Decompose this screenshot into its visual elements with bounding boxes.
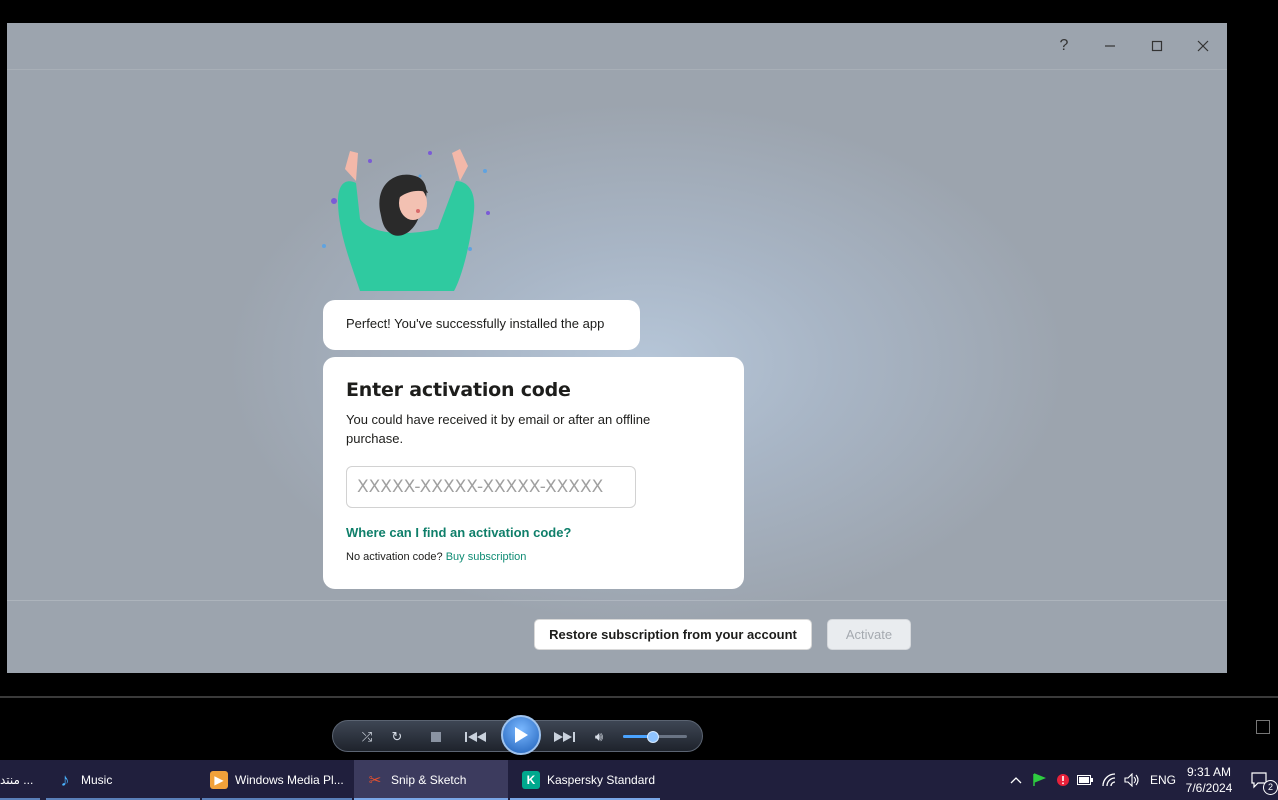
- maximize-icon: [1151, 40, 1163, 52]
- close-button[interactable]: [1188, 31, 1218, 61]
- play-icon: [515, 727, 528, 743]
- desktop-divider: [0, 696, 1278, 698]
- minimize-button[interactable]: [1095, 31, 1125, 61]
- taskbar-item-kaspersky[interactable]: K Kaspersky Standard: [510, 760, 660, 800]
- activation-title: Enter activation code: [346, 379, 571, 401]
- volume-slider[interactable]: [623, 731, 687, 743]
- no-activation-code-row: No activation code? Buy subscription: [346, 551, 526, 563]
- taskbar-item-label: منتد ...: [0, 773, 34, 787]
- notification-count: 2: [1263, 780, 1278, 795]
- celebration-illustration: [322, 149, 490, 291]
- taskbar-item-label: Music: [81, 773, 113, 787]
- wifi-icon[interactable]: [1102, 760, 1118, 800]
- clock-time: 9:31 AM: [1186, 765, 1232, 779]
- activation-description: You could have received it by email or a…: [346, 412, 651, 446]
- snip-sketch-icon: ✂: [368, 772, 382, 789]
- footer-divider: [7, 600, 1227, 601]
- speaker-icon[interactable]: [1124, 760, 1140, 800]
- success-message-text: Perfect! You've successfully installed t…: [346, 316, 605, 331]
- clock[interactable]: 9:31 AM 7/6/2024: [1180, 764, 1238, 796]
- help-icon[interactable]: ?: [1049, 31, 1079, 61]
- buy-subscription-link[interactable]: Buy subscription: [446, 551, 527, 563]
- activation-code-input[interactable]: [346, 466, 636, 508]
- media-player-controls: ⤮ ↻ 🔊︎: [332, 715, 703, 755]
- play-button[interactable]: [501, 715, 541, 755]
- music-note-icon: ♪: [60, 769, 70, 790]
- next-icon[interactable]: [547, 726, 581, 748]
- security-alert-icon[interactable]: [1056, 760, 1070, 800]
- taskbar-item-media-player[interactable]: ▶ Windows Media Pl...: [202, 760, 352, 800]
- language-indicator[interactable]: ENG: [1150, 760, 1176, 800]
- media-player-icon: ▶: [210, 771, 228, 789]
- volume-icon[interactable]: 🔊︎: [588, 726, 610, 748]
- taskbar: منتد ... ♪ Music ▶ Windows Media Pl... ✂…: [0, 760, 1278, 800]
- stop-icon[interactable]: [425, 726, 447, 748]
- taskbar-item-label: Windows Media Pl...: [235, 773, 344, 787]
- close-icon: [1197, 40, 1209, 52]
- no-activation-code-text: No activation code?: [346, 551, 443, 563]
- find-activation-code-link[interactable]: Where can I find an activation code?: [346, 525, 571, 540]
- taskbar-item-label: Snip & Sketch: [391, 773, 467, 787]
- shuffle-icon[interactable]: ⤮: [356, 726, 378, 748]
- restore-subscription-button[interactable]: Restore subscription from your account: [534, 619, 812, 650]
- kaspersky-window: ? Perfect! You've successfully installed…: [7, 23, 1227, 673]
- clock-date: 7/6/2024: [1185, 781, 1233, 795]
- flag-icon[interactable]: [1032, 760, 1046, 800]
- notification-center-button[interactable]: 2: [1250, 760, 1278, 800]
- taskbar-item-label: Kaspersky Standard: [547, 773, 656, 787]
- activate-button[interactable]: Activate: [827, 619, 911, 650]
- title-bar: ?: [7, 23, 1227, 70]
- previous-icon[interactable]: [459, 726, 493, 748]
- show-hidden-icons-button[interactable]: [1010, 760, 1022, 800]
- activation-card: Enter activation code You could have rec…: [323, 357, 744, 589]
- kaspersky-icon: K: [522, 771, 540, 789]
- repeat-icon[interactable]: ↻: [386, 726, 408, 748]
- chevron-up-icon: [1010, 777, 1022, 784]
- taskbar-item-snip-sketch[interactable]: ✂ Snip & Sketch: [354, 760, 508, 800]
- battery-icon[interactable]: [1077, 760, 1093, 800]
- volume-knob[interactable]: [646, 731, 659, 743]
- success-message-bubble: Perfect! You've successfully installed t…: [323, 300, 640, 350]
- switch-to-library-icon[interactable]: [1256, 720, 1270, 734]
- taskbar-item-browser[interactable]: منتد ...: [0, 760, 40, 800]
- minimize-icon: [1105, 45, 1115, 47]
- maximize-button[interactable]: [1142, 31, 1172, 61]
- taskbar-item-music[interactable]: ♪ Music: [46, 760, 200, 800]
